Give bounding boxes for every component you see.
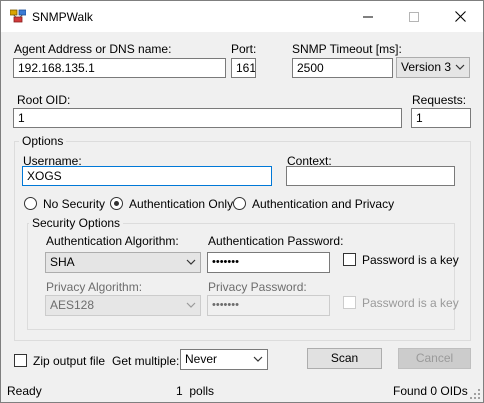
agent-address-label: Agent Address or DNS name: bbox=[14, 42, 172, 56]
auth-algorithm-value: SHA bbox=[50, 255, 75, 269]
maximize-button[interactable] bbox=[391, 1, 437, 32]
chevron-down-icon bbox=[186, 259, 196, 265]
chevron-down-icon bbox=[253, 356, 263, 362]
snmp-version-select[interactable]: Version 3 bbox=[396, 57, 470, 78]
chevron-down-icon bbox=[186, 302, 196, 308]
privacy-password-label: Privacy Password: bbox=[208, 280, 307, 294]
chevron-down-icon bbox=[455, 64, 465, 70]
radio-selected-dot bbox=[114, 201, 119, 206]
zip-output-checkbox[interactable] bbox=[14, 354, 27, 367]
authentication-only-radio[interactable] bbox=[110, 197, 123, 210]
privacy-algorithm-label: Privacy Algorithm: bbox=[46, 280, 143, 294]
snmp-timeout-input[interactable]: 2500 bbox=[292, 58, 393, 78]
options-group-title: Options bbox=[19, 134, 67, 148]
privacy-password-is-key-checkbox[interactable] bbox=[343, 296, 356, 309]
zip-output-label[interactable]: Zip output file bbox=[33, 354, 105, 368]
maximize-icon bbox=[409, 11, 419, 22]
minimize-icon bbox=[363, 16, 373, 17]
status-polls: 1 polls bbox=[176, 384, 215, 398]
no-security-radio[interactable] bbox=[24, 197, 37, 210]
privacy-algorithm-value: AES128 bbox=[50, 298, 95, 312]
status-bar: Ready 1 polls Found 0 OIDs bbox=[1, 380, 483, 402]
minimize-button[interactable] bbox=[345, 1, 391, 32]
window-title: SNMPWalk bbox=[32, 10, 93, 24]
close-icon bbox=[454, 11, 466, 22]
cancel-button[interactable]: Cancel bbox=[398, 348, 471, 369]
port-input[interactable]: 161 bbox=[231, 58, 256, 78]
snmp-timeout-label: SNMP Timeout [ms]: bbox=[292, 42, 402, 56]
auth-password-input[interactable]: ••••••• bbox=[207, 252, 330, 273]
requests-input[interactable]: 1 bbox=[411, 108, 471, 128]
root-oid-input[interactable]: 1 bbox=[13, 108, 402, 128]
agent-address-input[interactable]: 192.168.135.1 bbox=[13, 58, 226, 78]
app-icon bbox=[10, 9, 26, 23]
snmpwalk-window: SNMPWalk Agent Address or DNS name: Port… bbox=[0, 0, 484, 403]
port-label: Port: bbox=[231, 42, 257, 56]
get-multiple-select[interactable]: Never bbox=[180, 349, 268, 370]
privacy-password-input[interactable]: ••••••• bbox=[207, 295, 330, 316]
username-input[interactable]: XOGS bbox=[22, 166, 272, 186]
get-multiple-label: Get multiple: bbox=[112, 354, 180, 368]
auth-password-is-key-label[interactable]: Password is a key bbox=[362, 253, 459, 267]
context-input[interactable] bbox=[286, 166, 455, 186]
close-button[interactable] bbox=[437, 1, 483, 32]
security-options-title: Security Options bbox=[29, 216, 124, 230]
authentication-privacy-radio[interactable] bbox=[233, 197, 246, 210]
scan-button[interactable]: Scan bbox=[307, 348, 382, 369]
privacy-password-is-key-label[interactable]: Password is a key bbox=[362, 296, 459, 310]
auth-algorithm-label: Authentication Algorithm: bbox=[46, 234, 179, 248]
status-found-oids: Found 0 OIDs bbox=[393, 384, 468, 398]
title-bar[interactable]: SNMPWalk bbox=[1, 1, 483, 32]
no-security-label[interactable]: No Security bbox=[43, 197, 105, 211]
authentication-privacy-label[interactable]: Authentication and Privacy bbox=[252, 197, 394, 211]
snmp-version-value: Version 3 bbox=[401, 60, 452, 74]
authentication-only-label[interactable]: Authentication Only bbox=[129, 197, 233, 211]
status-state: Ready bbox=[7, 384, 42, 398]
auth-password-label: Authentication Password: bbox=[208, 234, 344, 248]
auth-algorithm-select[interactable]: SHA bbox=[45, 252, 201, 273]
root-oid-label: Root OID: bbox=[17, 93, 71, 107]
resize-grip-icon[interactable] bbox=[469, 388, 481, 400]
get-multiple-value: Never bbox=[185, 352, 218, 366]
privacy-algorithm-select[interactable]: AES128 bbox=[45, 295, 201, 316]
requests-label: Requests: bbox=[412, 93, 467, 107]
auth-password-is-key-checkbox[interactable] bbox=[343, 253, 356, 266]
